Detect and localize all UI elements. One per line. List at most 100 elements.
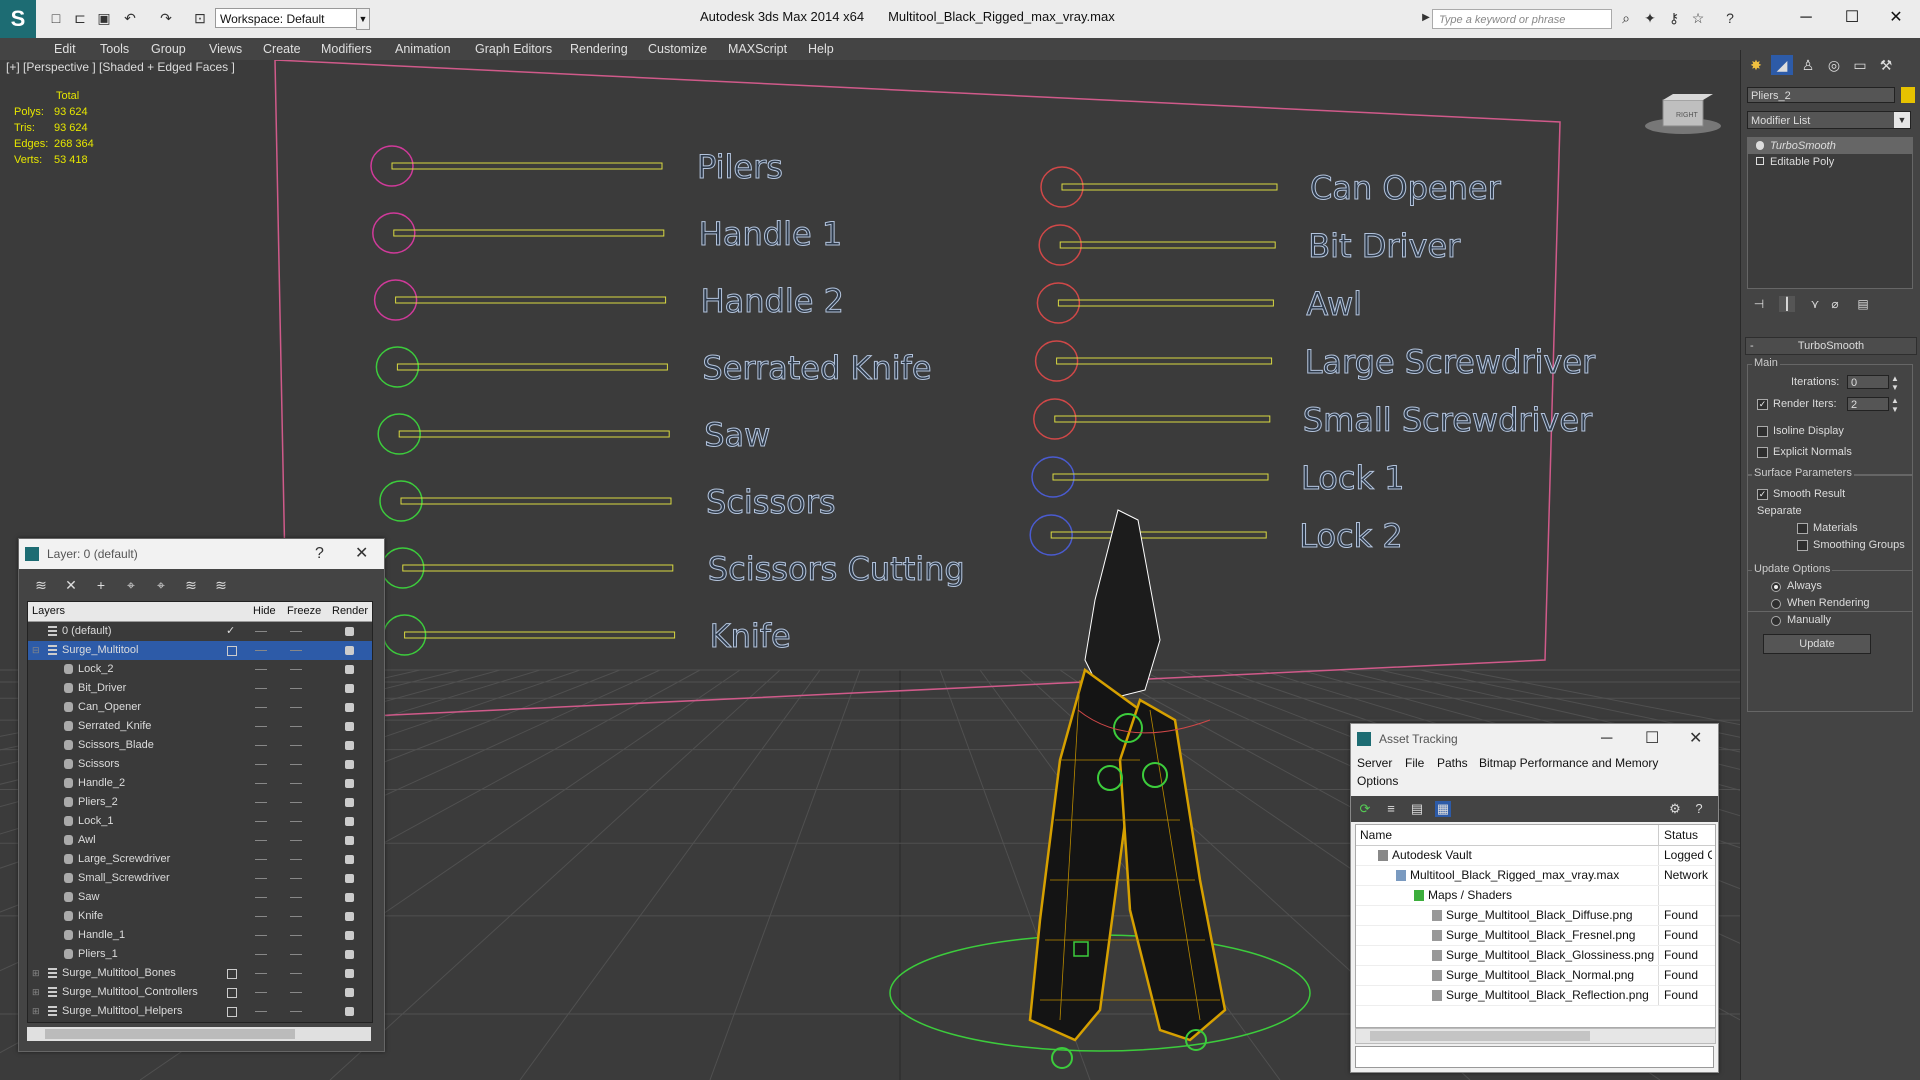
hide-toggle[interactable] xyxy=(255,821,267,822)
object-row[interactable]: Saw xyxy=(28,888,372,907)
freeze-toggle[interactable] xyxy=(290,764,302,765)
asset-window-titlebar[interactable]: Asset Tracking ─ ☐ ✕ xyxy=(1351,724,1718,754)
utilities-tab-icon[interactable]: ⚒ xyxy=(1875,55,1897,75)
current-layer-check-icon[interactable]: ✓ xyxy=(226,622,235,641)
asset-row[interactable]: Surge_Multitool_Black_Diffuse.png Found xyxy=(1356,906,1715,926)
render-teapot-icon[interactable] xyxy=(345,912,354,921)
asset-row[interactable]: Surge_Multitool_Black_Glossiness.png Foun… xyxy=(1356,946,1715,966)
make-current-box[interactable] xyxy=(227,1007,237,1017)
spinner-arrows-icon[interactable]: ▲ ▼ xyxy=(1891,396,1899,414)
configure-sets-icon[interactable]: ▤ xyxy=(1855,296,1871,312)
expand-icon[interactable]: ⊞ xyxy=(32,983,40,1002)
help-icon[interactable]: ? xyxy=(1691,801,1707,817)
menu-group[interactable]: Group xyxy=(151,42,186,56)
object-row[interactable]: Scissors_Blade xyxy=(28,736,372,755)
freeze-toggle[interactable] xyxy=(290,821,302,822)
pin-stack-icon[interactable]: ⊣ xyxy=(1751,296,1767,312)
layer-row[interactable]: ⊟ Surge_Multitool xyxy=(28,641,372,660)
column-status[interactable]: Status xyxy=(1664,828,1698,842)
menu-maxscript[interactable]: MAXScript xyxy=(728,42,787,56)
freeze-toggle[interactable] xyxy=(290,745,302,746)
render-teapot-icon[interactable] xyxy=(345,722,354,731)
smooth-result-checkbox[interactable]: ✓ xyxy=(1757,489,1768,500)
close-button[interactable]: ✕ xyxy=(1876,4,1916,32)
render-teapot-icon[interactable] xyxy=(345,988,354,997)
hide-toggle[interactable] xyxy=(255,916,267,917)
freeze-toggle[interactable] xyxy=(290,954,302,955)
close-icon[interactable]: ✕ xyxy=(355,539,368,569)
redo-icon[interactable]: ↷ xyxy=(158,10,174,26)
render-teapot-icon[interactable] xyxy=(345,1007,354,1016)
asset-row[interactable]: Surge_Multitool_Black_Normal.png Found xyxy=(1356,966,1715,986)
menu-customize[interactable]: Customize xyxy=(648,42,707,56)
key-icon[interactable]: ⚷ xyxy=(1666,10,1682,26)
render-teapot-icon[interactable] xyxy=(345,760,354,769)
asset-row[interactable]: Surge_Multitool_Black_Fresnel.png Found xyxy=(1356,926,1715,946)
turbosmooth-rollout-header[interactable]: - TurboSmooth xyxy=(1745,337,1917,355)
highlight-layer-icon[interactable]: ⌖ xyxy=(153,577,169,593)
hide-toggle[interactable] xyxy=(255,688,267,689)
left-control-slider-1[interactable] xyxy=(393,229,665,237)
menu-options[interactable]: Options xyxy=(1357,774,1398,788)
modify-tab-icon[interactable]: ◢ xyxy=(1771,55,1793,75)
render-teapot-icon[interactable] xyxy=(345,703,354,712)
stack-item-editable-poly[interactable]: Editable Poly xyxy=(1748,154,1912,170)
always-radio[interactable] xyxy=(1771,582,1781,592)
workspace-dropdown[interactable]: Workspace: Default ▼ xyxy=(215,8,370,30)
render-teapot-icon[interactable] xyxy=(345,798,354,807)
hide-toggle[interactable] xyxy=(255,1011,267,1012)
asset-row[interactable]: Autodesk Vault Logged Out xyxy=(1356,846,1715,866)
display-tab-icon[interactable]: ▭ xyxy=(1849,55,1871,75)
maximize-button[interactable]: ☐ xyxy=(1832,4,1872,32)
right-control-slider-0[interactable] xyxy=(1061,183,1278,191)
make-unique-icon[interactable]: ⋎ xyxy=(1807,296,1823,312)
menu-animation[interactable]: Animation xyxy=(395,42,451,56)
make-current-box[interactable] xyxy=(227,988,237,998)
hide-toggle[interactable] xyxy=(255,783,267,784)
object-row[interactable]: Serrated_Knife xyxy=(28,717,372,736)
freeze-toggle[interactable] xyxy=(290,726,302,727)
maximize-icon[interactable]: ☐ xyxy=(1645,724,1659,754)
freeze-toggle[interactable] xyxy=(290,707,302,708)
freeze-toggle[interactable] xyxy=(290,897,302,898)
object-row[interactable]: Pliers_1 xyxy=(28,945,372,964)
isoline-display-checkbox[interactable] xyxy=(1757,426,1768,437)
scrollbar-thumb[interactable] xyxy=(1370,1031,1590,1041)
column-freeze[interactable]: Freeze xyxy=(287,605,321,617)
new-layer-icon[interactable]: ≋ xyxy=(33,577,49,593)
menu-bitmap-performance[interactable]: Bitmap Performance and Memory xyxy=(1479,756,1658,770)
hierarchy-tab-icon[interactable]: ♙ xyxy=(1797,55,1819,75)
spinner-arrows-icon[interactable]: ▲ ▼ xyxy=(1891,374,1899,392)
render-teapot-icon[interactable] xyxy=(345,950,354,959)
render-teapot-icon[interactable] xyxy=(345,855,354,864)
freeze-toggle[interactable] xyxy=(290,802,302,803)
object-row[interactable]: Handle_2 xyxy=(28,774,372,793)
update-button[interactable]: Update xyxy=(1763,634,1871,654)
binoculars-icon[interactable]: ⌕ xyxy=(1618,10,1634,26)
hide-toggle[interactable] xyxy=(255,878,267,879)
hide-toggle[interactable] xyxy=(255,859,267,860)
menu-modifiers[interactable]: Modifiers xyxy=(321,42,372,56)
undo-icon[interactable]: ↶ xyxy=(122,10,138,26)
right-control-slider-6[interactable] xyxy=(1050,531,1267,539)
explicit-normals-checkbox[interactable] xyxy=(1757,447,1768,458)
object-row[interactable]: Lock_1 xyxy=(28,812,372,831)
render-teapot-icon[interactable] xyxy=(345,627,354,636)
layer-list[interactable]: Layers Hide Freeze Render 0 (default) ✓ ⊟ S… xyxy=(27,601,373,1023)
object-row[interactable]: Large_Screwdriver xyxy=(28,850,372,869)
render-teapot-icon[interactable] xyxy=(345,741,354,750)
app-logo[interactable]: S xyxy=(0,0,36,38)
left-control-slider-6[interactable] xyxy=(402,564,674,572)
hide-toggle[interactable] xyxy=(255,802,267,803)
layer-window-titlebar[interactable]: Layer: 0 (default) ? ✕ xyxy=(19,539,384,569)
save-icon[interactable]: ▣ xyxy=(96,10,112,26)
column-layers[interactable]: Layers xyxy=(32,605,65,617)
remove-modifier-icon[interactable]: ⌀ xyxy=(1827,296,1843,312)
hide-toggle[interactable] xyxy=(255,745,267,746)
search-input[interactable]: Type a keyword or phrase xyxy=(1432,9,1612,29)
hide-toggle[interactable] xyxy=(255,840,267,841)
menu-tools[interactable]: Tools xyxy=(100,42,129,56)
manually-radio[interactable] xyxy=(1771,616,1781,626)
help-button[interactable]: ? xyxy=(315,539,324,569)
render-teapot-icon[interactable] xyxy=(345,817,354,826)
